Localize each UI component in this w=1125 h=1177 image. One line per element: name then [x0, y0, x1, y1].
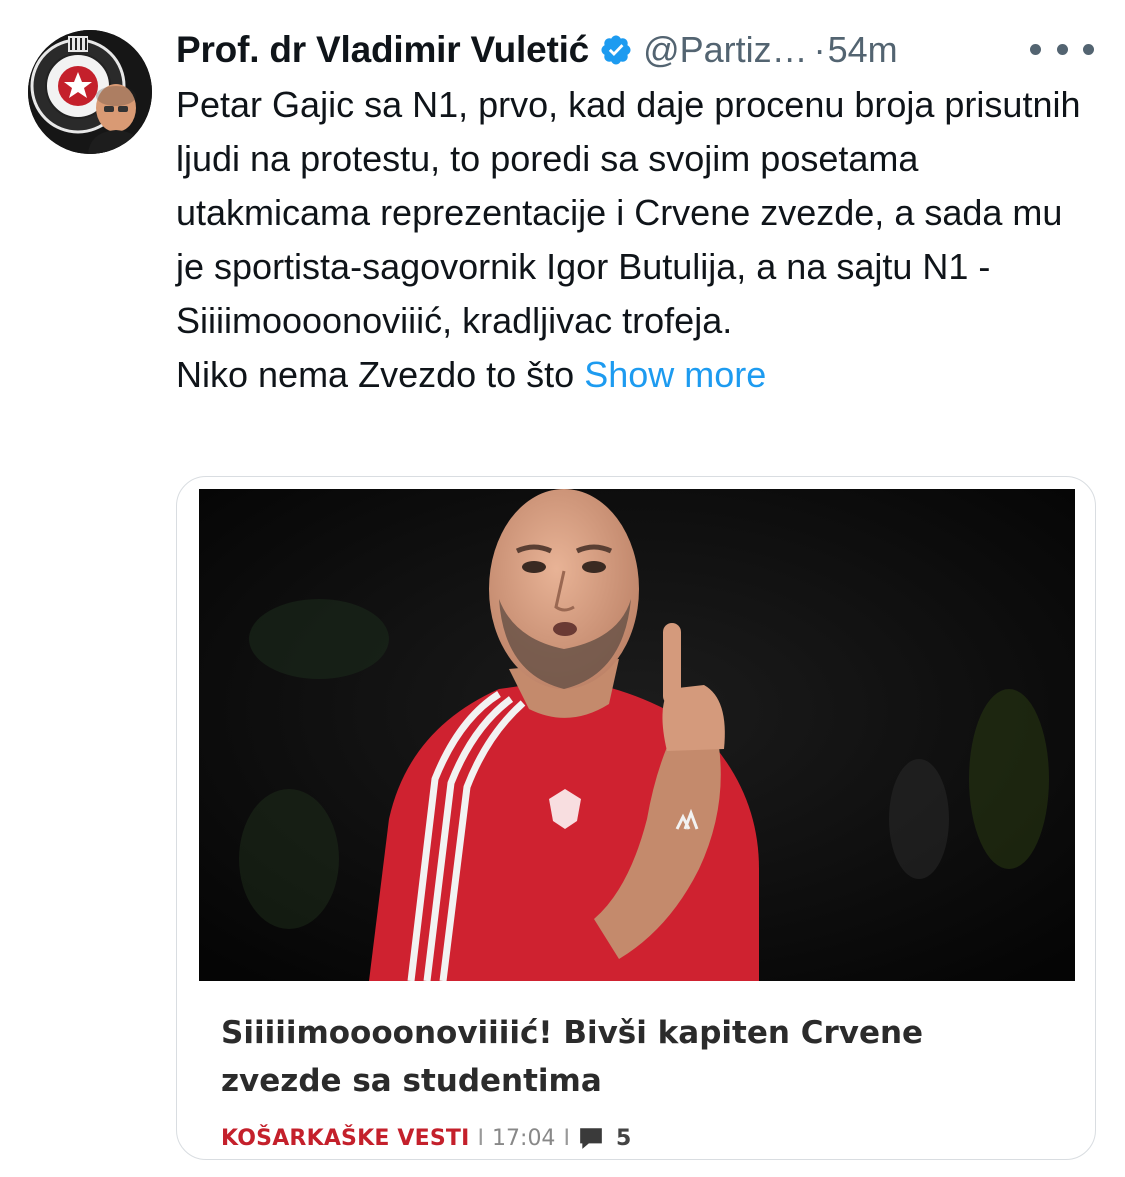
player-photo — [199, 489, 1075, 981]
tweet-text-paragraph-2: Niko nema Zvezdo to što Show more — [176, 348, 1086, 402]
avatar[interactable] — [28, 30, 152, 154]
show-more-link[interactable]: Show more — [584, 354, 766, 395]
meta-separator: I — [477, 1125, 485, 1151]
card-meta: KOŠARKAŠKE VESTI I 17:04 I 5 — [221, 1121, 631, 1155]
comment-count: 5 — [615, 1125, 632, 1151]
meta-separator-2: I — [563, 1125, 570, 1151]
link-preview-card[interactable]: Siiiiimoooonoviiiić! Bivši kapiten Crven… — [176, 476, 1096, 1160]
more-options-icon[interactable] — [1030, 34, 1094, 64]
verified-badge-icon — [601, 35, 631, 65]
card-image[interactable] — [199, 489, 1075, 981]
display-name[interactable]: Prof. dr Vladimir Vuletić — [176, 29, 589, 71]
tweet-time[interactable]: 54m — [828, 29, 898, 71]
card-time: 17:04 — [492, 1125, 556, 1151]
card-title[interactable]: Siiiiimoooonoviiiić! Bivši kapiten Crven… — [221, 1009, 1041, 1105]
tweet-text-paragraph: Petar Gajic sa N1, prvo, kad daje procen… — [176, 84, 1081, 341]
tweet-header: Prof. dr Vladimir Vuletić @Partiz… · 54m — [176, 24, 1106, 76]
comment-icon — [580, 1128, 602, 1149]
avatar-image — [28, 30, 152, 154]
card-category[interactable]: KOŠARKAŠKE VESTI — [221, 1126, 470, 1151]
tweet-text: Petar Gajic sa N1, prvo, kad daje procen… — [176, 78, 1086, 402]
separator-dot: · — [813, 29, 826, 70]
tweet-text-truncated: Niko nema Zvezdo to što — [176, 354, 575, 395]
user-handle[interactable]: @Partiz… — [643, 29, 808, 71]
